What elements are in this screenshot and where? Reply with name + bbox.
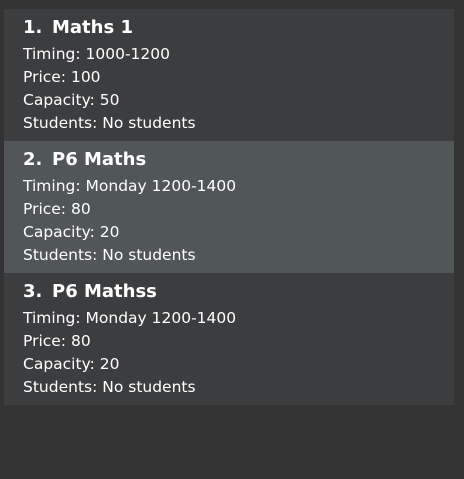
class-list-panel[interactable]: 1. Maths 1 Timing: 1000-1200 Price: 100 C… [4,9,454,405]
class-card-title: 3. P6 Mathss [23,281,157,302]
class-card-title: 1. Maths 1 [23,17,133,38]
class-name: P6 Maths [52,149,147,170]
class-students: Students: No students [23,246,196,264]
class-timing: Timing: Monday 1200-1400 [23,177,237,195]
class-name: P6 Mathss [52,281,157,302]
class-students: Students: No students [23,114,196,132]
class-index: 1. [23,17,43,38]
class-price: Price: 100 [23,68,101,86]
class-index: 2. [23,149,43,170]
class-card-1[interactable]: 1. Maths 1 Timing: 1000-1200 Price: 100 C… [4,9,454,141]
class-price: Price: 80 [23,332,91,350]
class-price: Price: 80 [23,200,91,218]
class-timing: Timing: Monday 1200-1400 [23,309,237,327]
class-capacity: Capacity: 20 [23,355,120,373]
class-name: Maths 1 [52,17,133,38]
class-card-3[interactable]: 3. P6 Mathss Timing: Monday 1200-1400 Pri… [4,273,454,405]
class-card-title: 2. P6 Maths [23,149,146,170]
class-capacity: Capacity: 20 [23,223,120,241]
class-students: Students: No students [23,378,196,396]
class-timing: Timing: 1000-1200 [23,45,171,63]
class-capacity: Capacity: 50 [23,91,120,109]
class-card-2[interactable]: 2. P6 Maths Timing: Monday 1200-1400 Pric… [4,141,454,273]
class-index: 3. [23,281,43,302]
